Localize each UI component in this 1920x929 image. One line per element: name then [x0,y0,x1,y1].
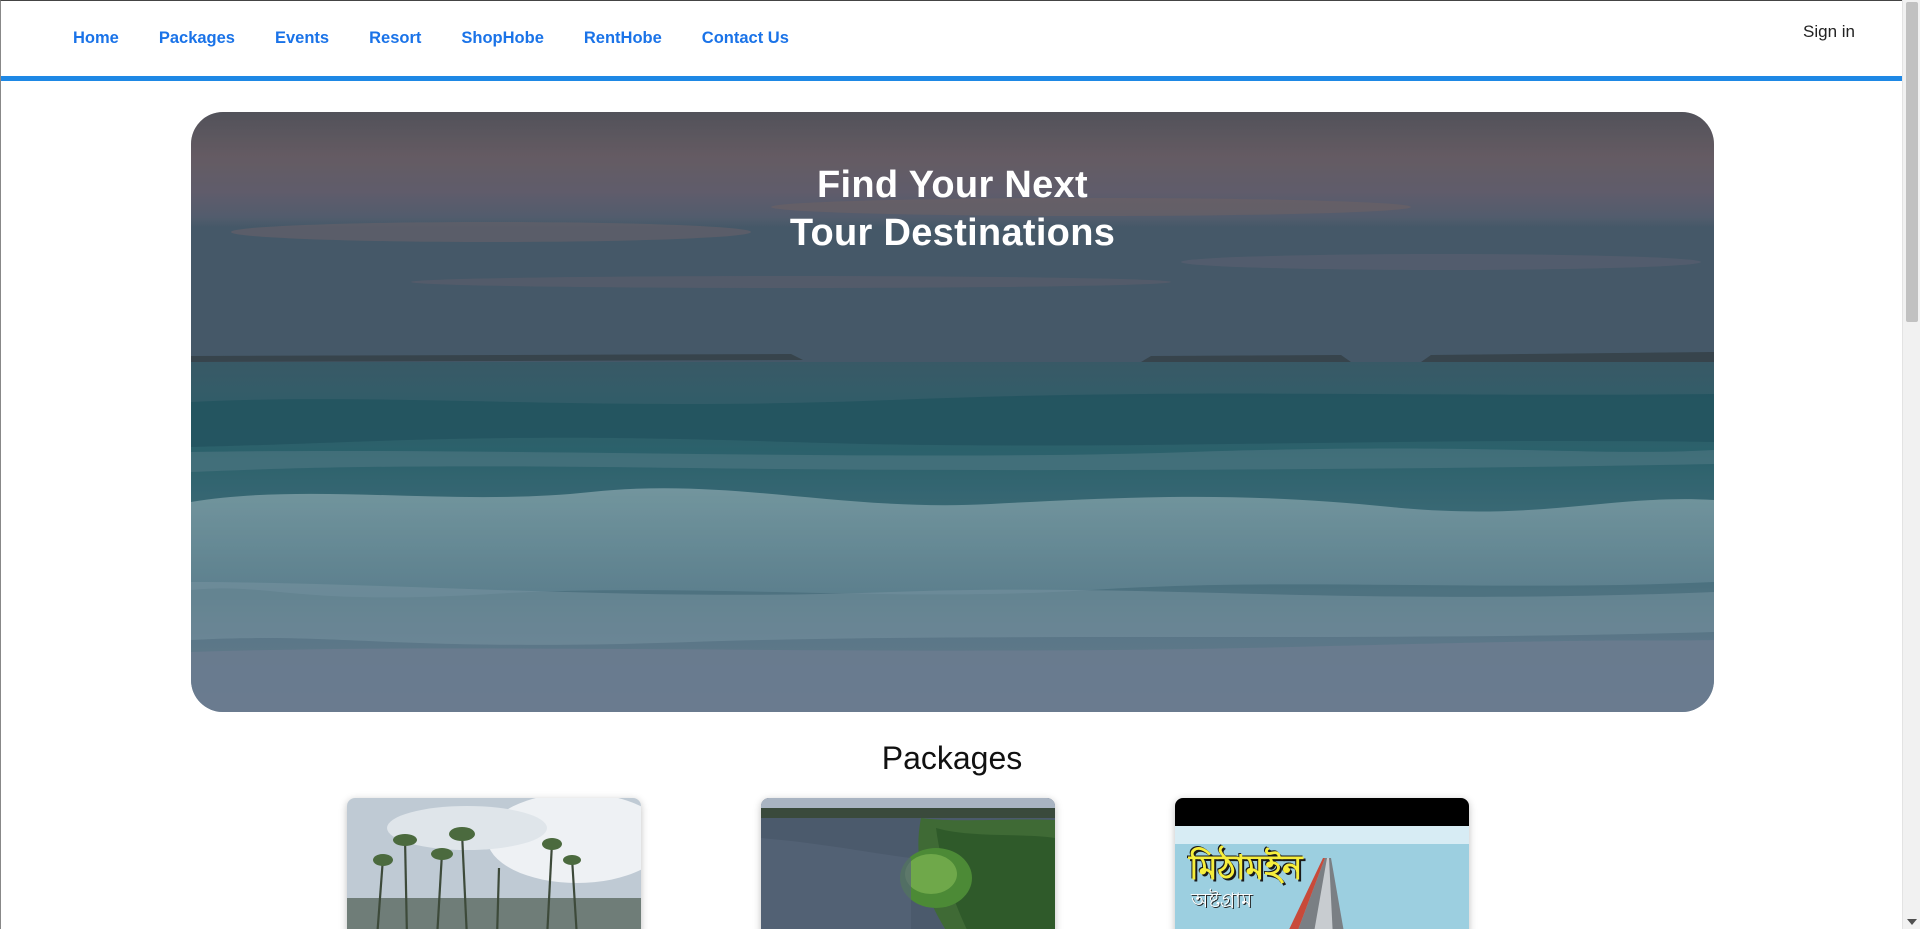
browser-viewport: Home Packages Events Resort ShopHobe Ren… [0,0,1902,929]
page-scrollbar[interactable] [1902,0,1920,929]
hero-title-line1: Find Your Next [817,164,1088,206]
nav-home[interactable]: Home [73,29,119,48]
packages-card-list: মিঠামইন অষ্টগ্রাম [347,798,1607,929]
scroll-down-arrow-icon[interactable] [1907,919,1917,925]
package-card[interactable] [761,798,1055,929]
sign-in-link[interactable]: Sign in [1803,22,1855,42]
mangrove-beach-photo [347,798,641,929]
packages-heading: Packages [881,740,1023,776]
nav-events[interactable]: Events [275,29,329,48]
nav-packages[interactable]: Packages [159,29,235,48]
package-card[interactable] [347,798,641,929]
package-card[interactable]: মিঠামইন অষ্টগ্রাম [1175,798,1469,929]
card-overlay-subtitle: অষ্টগ্রাম [1191,888,1253,912]
hero-title: Find Your Next Tour Destinations [191,161,1714,257]
hero-banner: Find Your Next Tour Destinations [191,112,1714,712]
nav-contact-us[interactable]: Contact Us [702,29,789,48]
scrollbar-thumb[interactable] [1906,2,1918,322]
river-island-aerial-photo [761,798,1055,929]
hero-title-line2: Tour Destinations [789,212,1116,254]
nav-links: Home Packages Events Resort ShopHobe Ren… [73,29,829,48]
nav-shophobe[interactable]: ShopHobe [461,29,544,48]
top-navbar: Home Packages Events Resort ShopHobe Ren… [1,1,1902,81]
nav-resort[interactable]: Resort [369,29,421,48]
nav-renthobe[interactable]: RentHobe [584,29,662,48]
